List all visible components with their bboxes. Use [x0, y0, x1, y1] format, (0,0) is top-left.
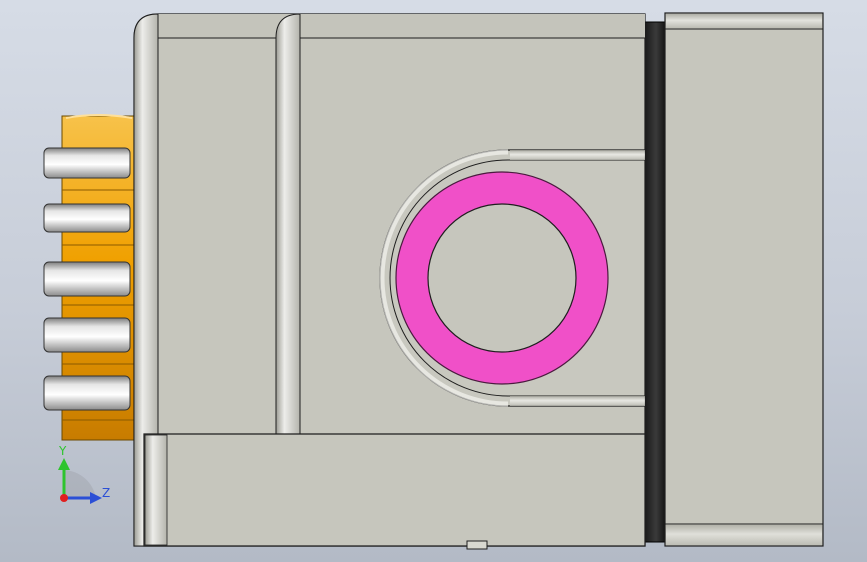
- housing-top-strip: [158, 14, 645, 38]
- lower-step-ridge: [144, 434, 168, 546]
- slot-top-bevel: [510, 150, 645, 160]
- model-view: Y Z: [43, 12, 824, 550]
- center-ridge: [275, 13, 301, 435]
- dark-spacer: [644, 21, 668, 543]
- y-axis-arrow-icon: [58, 458, 70, 470]
- z-axis-arrow-icon: [90, 492, 102, 504]
- silver-band-3: [43, 261, 131, 297]
- silver-band-1: [43, 147, 131, 179]
- axis-triad: Y Z: [58, 444, 110, 504]
- end-block-face: [664, 12, 824, 547]
- y-axis-label: Y: [58, 444, 67, 458]
- bottom-tab: [466, 540, 488, 550]
- silver-band-5: [43, 375, 131, 411]
- x-axis-dot-icon: [60, 494, 68, 502]
- pin-assembly[interactable]: [43, 114, 137, 441]
- end-block-bottom-bevel: [666, 525, 822, 545]
- slot-bottom-bevel: [510, 396, 645, 406]
- cad-viewport[interactable]: Y Z: [0, 0, 867, 562]
- end-block[interactable]: [664, 12, 824, 547]
- silver-band-4: [43, 317, 131, 353]
- slot-feature[interactable]: [379, 149, 646, 407]
- ring-bore: [427, 203, 577, 353]
- z-axis-label: Z: [102, 486, 110, 500]
- silver-band-2: [43, 203, 131, 233]
- end-block-top-bevel: [666, 14, 822, 28]
- lower-step: [143, 433, 646, 547]
